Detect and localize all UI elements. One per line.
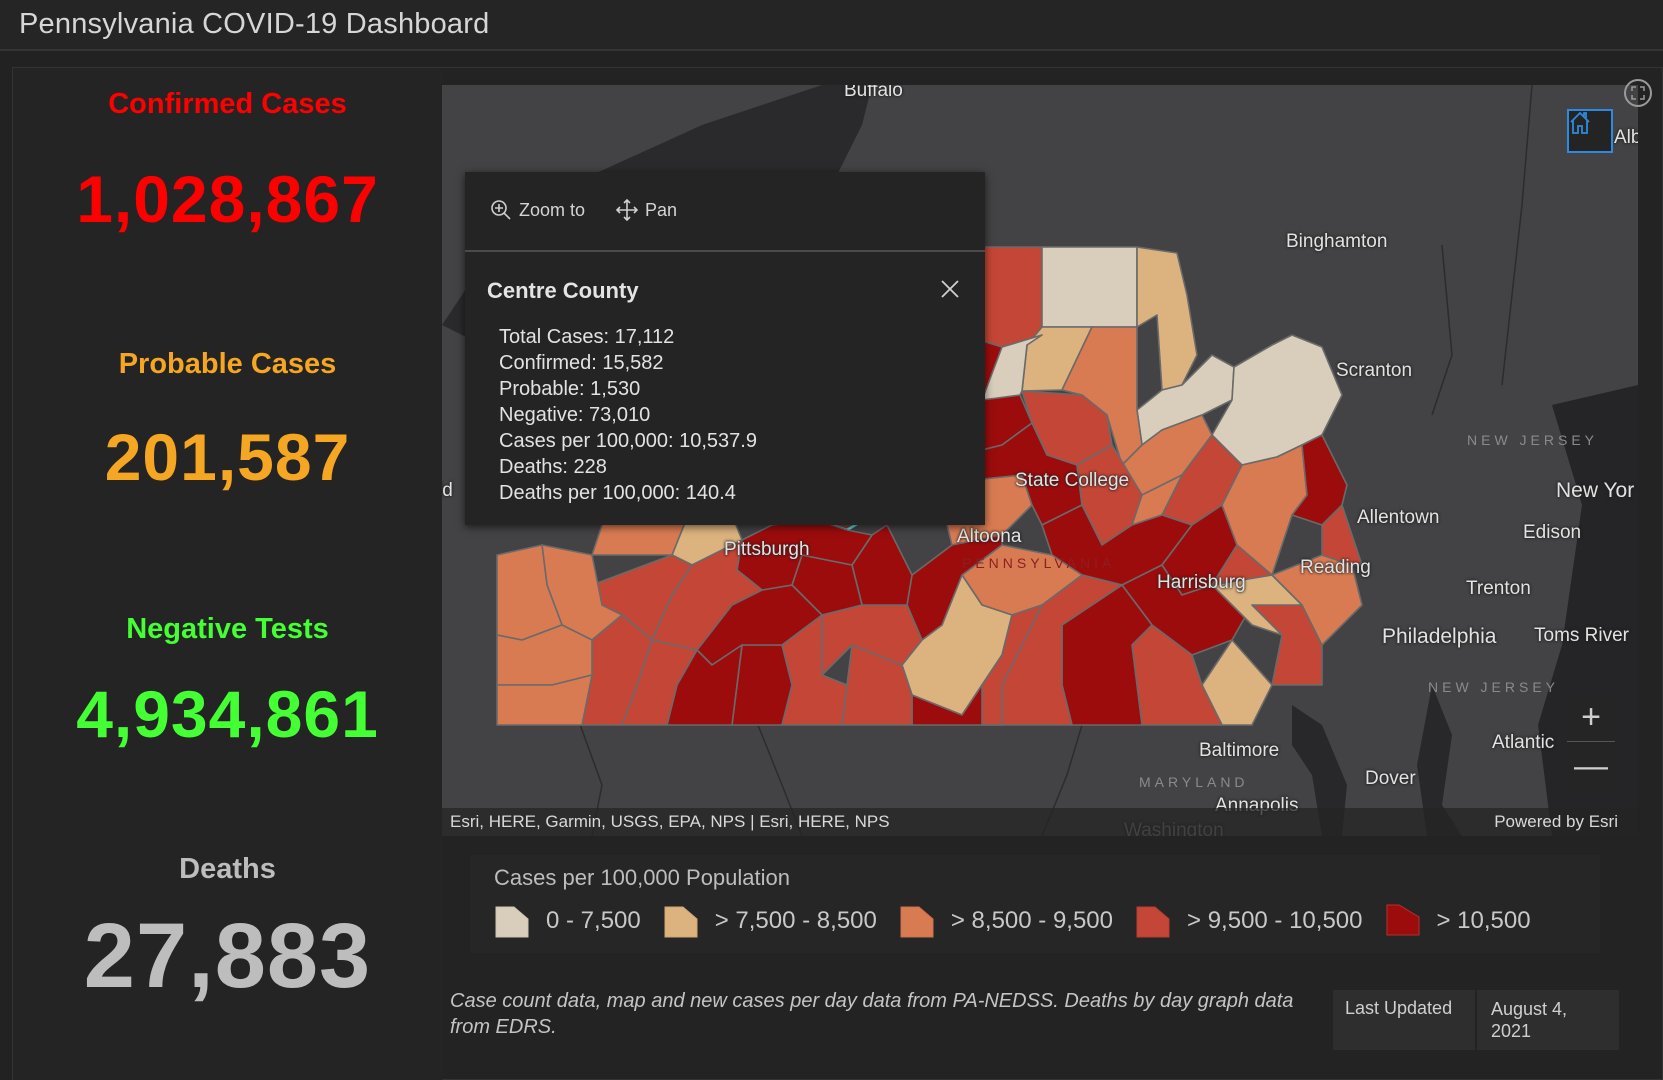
page-title: Pennsylvania COVID-19 Dashboard — [19, 8, 490, 40]
legend-swatch-icon — [664, 906, 698, 938]
popup-field-deaths-per-100k: Deaths per 100,000: 140.4 — [499, 482, 736, 504]
map-label-buffalo: Buffalo — [844, 85, 903, 101]
legend-swatch-icon — [1136, 906, 1170, 938]
zoom-in-button[interactable]: + — [1567, 693, 1615, 741]
home-icon — [1570, 111, 1590, 134]
deaths-label: Deaths — [179, 853, 276, 885]
popup-field-confirmed: Confirmed: 15,582 — [499, 352, 664, 374]
pan-icon — [615, 198, 639, 222]
confirmed-cases-value: 1,028,867 — [76, 162, 379, 236]
zoom-in-icon — [491, 200, 511, 220]
map-label-edison: Edison — [1523, 522, 1582, 543]
legend-item-9500-10500: > 9,500 - 10,500 — [1135, 903, 1363, 939]
home-button[interactable] — [1567, 109, 1613, 153]
region-label-new-jersey-2: NEW JERSEY — [1428, 679, 1560, 695]
popup-close-button[interactable] — [937, 276, 963, 302]
legend-label: > 10,500 — [1436, 907, 1531, 934]
map-attribution: Esri, HERE, Garmin, USGS, EPA, NPS | Esr… — [450, 812, 890, 831]
negative-tests-value: 4,934,861 — [76, 677, 379, 751]
map-label-albany: Alb — [1614, 127, 1638, 148]
deaths-stat: Deaths 27,883 — [13, 853, 442, 1009]
map-label-partial: ld — [442, 480, 453, 501]
map-label-dover: Dover — [1365, 768, 1416, 789]
pan-button[interactable]: Pan — [615, 198, 677, 222]
map-label-reading: Reading — [1300, 557, 1371, 578]
popup-title: Centre County — [487, 278, 639, 303]
map-label-trenton: Trenton — [1466, 578, 1531, 599]
probable-cases-stat: Probable Cases 201,587 — [13, 348, 442, 495]
zoom-to-label: Zoom to — [519, 199, 586, 220]
popup-field-negative: Negative: 73,010 — [499, 404, 651, 426]
probable-cases-value: 201,587 — [104, 420, 351, 494]
region-label-maryland: MARYLAND — [1139, 774, 1249, 790]
map-label-toms-river: Toms River — [1534, 625, 1630, 646]
legend-label: > 8,500 - 9,500 — [950, 907, 1114, 934]
legend-item-7500-8500: > 7,500 - 8,500 — [663, 903, 877, 939]
legend-label: > 7,500 - 8,500 — [714, 907, 877, 934]
negative-tests-label: Negative Tests — [126, 613, 329, 645]
close-icon — [941, 280, 959, 298]
map-label-atlantic-city: Atlantic — [1492, 732, 1555, 753]
map-attribution-bar: Esri, HERE, Garmin, USGS, EPA, NPS | Esr… — [442, 808, 1638, 836]
stats-panel: Confirmed Cases 1,028,867 Probable Cases… — [13, 68, 442, 1080]
popup-field-total-cases: Total Cases: 17,112 — [499, 326, 675, 348]
map-label-new-york: New Yor — [1556, 479, 1635, 502]
deaths-value: 27,883 — [83, 905, 372, 1007]
legend-swatch-icon — [1386, 904, 1419, 936]
confirmed-cases-label: Confirmed Cases — [108, 88, 347, 120]
map-legend: Cases per 100,000 Population 0 - 7,500 >… — [470, 855, 1600, 953]
map-label-state-college: State College — [1015, 470, 1130, 491]
powered-by-esri[interactable]: Powered by Esri — [1494, 812, 1618, 832]
map-label-philadelphia: Philadelphia — [1382, 625, 1497, 648]
county — [1041, 246, 1138, 328]
legend-item-10500-plus: > 10,500 — [1385, 903, 1531, 939]
map-label-binghamton: Binghamton — [1286, 231, 1388, 252]
fullscreen-button[interactable] — [1624, 79, 1652, 107]
legend-label: 0 - 7,500 — [546, 907, 641, 934]
legend-item-0-7500: 0 - 7,500 — [494, 903, 641, 939]
legend-items: 0 - 7,500 > 7,500 - 8,500 > 8,500 - 9,50… — [494, 903, 1553, 939]
pan-label: Pan — [645, 199, 678, 220]
zoom-to-button[interactable]: Zoom to — [489, 198, 585, 222]
legend-item-8500-9500: > 8,500 - 9,500 — [899, 903, 1113, 939]
legend-swatch-icon — [495, 906, 529, 938]
zoom-controls: + — — [1567, 693, 1615, 790]
legend-swatch-icon — [900, 906, 934, 938]
expand-icon — [1631, 86, 1645, 100]
last-updated-box: Last Updated August 4, 2021 — [1333, 990, 1619, 1050]
last-updated-label: Last Updated — [1333, 990, 1475, 1050]
region-label-pennsylvania-2: PENNSYLVANIA — [962, 555, 1116, 571]
map-label-allentown: Allentown — [1357, 507, 1440, 528]
popup-fields: Total Cases: 17,112 Confirmed: 15,582 Pr… — [499, 324, 757, 506]
zoom-out-button[interactable]: — — [1567, 742, 1615, 790]
negative-tests-stat: Negative Tests 4,934,861 — [13, 613, 442, 752]
map-label-harrisburg: Harrisburg — [1157, 572, 1246, 593]
legend-title: Cases per 100,000 Population — [494, 865, 790, 890]
map-label-pittsburgh: Pittsburgh — [724, 539, 810, 560]
last-updated-value: August 4, 2021 — [1477, 990, 1619, 1050]
county — [1136, 246, 1198, 391]
probable-cases-label: Probable Cases — [118, 348, 337, 380]
map-label-baltimore: Baltimore — [1199, 740, 1280, 761]
popup-field-cases-per-100k: Cases per 100,000: 10,537.9 — [499, 430, 757, 452]
popup-actions: Zoom to Pan — [465, 172, 985, 252]
county-popup: Zoom to Pan Centre County Total Cases: 1… — [465, 172, 985, 525]
confirmed-cases-stat: Confirmed Cases 1,028,867 — [13, 88, 442, 237]
popup-field-probable: Probable: 1,530 — [499, 378, 641, 400]
header-bar: Pennsylvania COVID-19 Dashboard — [0, 0, 1663, 51]
legend-label: > 9,500 - 10,500 — [1187, 907, 1363, 934]
data-source-note: Case count data, map and new cases per d… — [450, 990, 1294, 1038]
region-label-new-jersey: NEW JERSEY — [1467, 432, 1599, 448]
map-label-altoona: Altoona — [957, 526, 1022, 547]
map-label-scranton: Scranton — [1336, 360, 1413, 381]
popup-field-deaths: Deaths: 228 — [499, 456, 607, 478]
